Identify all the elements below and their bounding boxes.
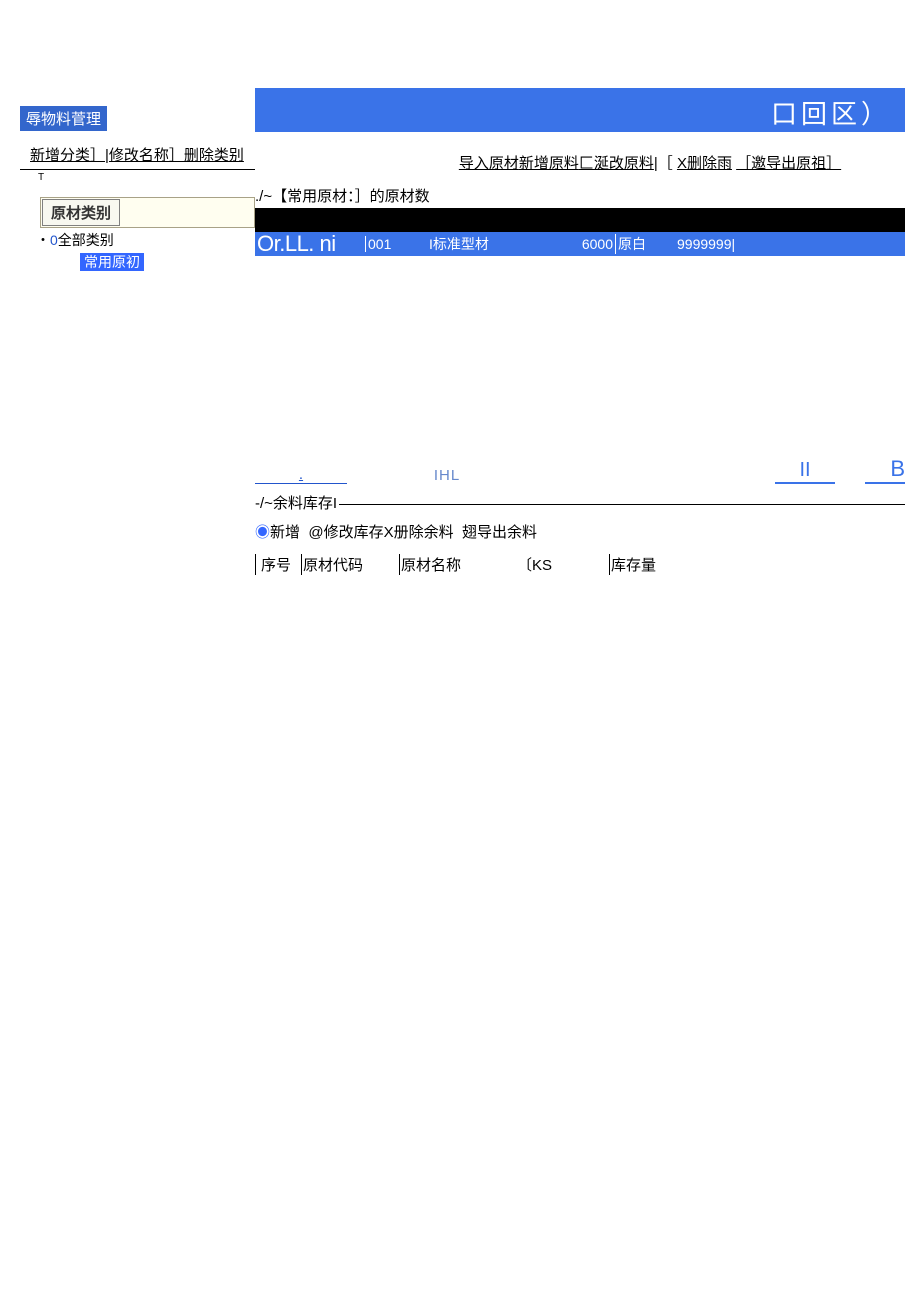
- cell-qty: 9999999|: [669, 236, 739, 252]
- cell-name: I标准型材: [429, 234, 569, 254]
- cell-color: 原白: [615, 234, 669, 254]
- add-bullet-icon: ◉: [255, 524, 270, 541]
- import-material-button[interactable]: 导入原材: [459, 155, 519, 172]
- stock-title-line: [339, 492, 905, 505]
- table-header-black: [255, 208, 905, 232]
- add-category-button[interactable]: 新增分类］|修改名称］删除类别: [30, 147, 244, 164]
- tree-index: 0: [50, 232, 58, 248]
- col-code: 原材代码: [303, 554, 399, 575]
- stock-columns: 序号 原材代码 原材名称 〔KS 库存量: [255, 548, 905, 575]
- sidebar-actions: 新增分类］|修改名称］删除类别: [20, 140, 255, 170]
- add-material-button[interactable]: 新增原料: [519, 155, 579, 172]
- tree-label: 全部类别: [58, 232, 114, 248]
- col-matname: 原材名称: [401, 554, 517, 575]
- stock-actions: ◉新增 @修改库存X册除余料 翅导出余料: [255, 513, 905, 548]
- cell-length: 6000: [569, 236, 615, 252]
- material-actions: 导入原材新增原料匚涎改原料|［ X删除雨 ［邀导出原祖］: [255, 140, 905, 177]
- mid-ihl: IHL: [347, 467, 547, 484]
- main-panel: 导入原材新增原料匚涎改原料|［ X删除雨 ［邀导出原祖］ ./~【常用原材：］的…: [255, 140, 905, 575]
- tree-sub-selected[interactable]: 常用原初: [80, 253, 144, 271]
- stock-title: -/~余料库存I: [255, 492, 337, 513]
- t-mark: T: [20, 170, 255, 183]
- category-header-wrap: 原材类别: [40, 197, 255, 228]
- tree-sub: 常用原初: [80, 252, 255, 272]
- col-qty: 库存量: [611, 554, 671, 575]
- col-index: 序号: [261, 554, 301, 575]
- edit-stock-button[interactable]: @修改库存: [308, 524, 383, 541]
- edit-material-button[interactable]: 匚涎改原料: [579, 155, 654, 172]
- sidebar: 新增分类］|修改名称］删除类别 T 原材类别 ・0全部类别 常用原初: [20, 140, 255, 272]
- export-material-button[interactable]: ［邀导出原祖］: [736, 155, 841, 172]
- cell-code: 001: [365, 236, 429, 252]
- title-tag: 辱物料菅理: [20, 106, 107, 131]
- mid-ii[interactable]: II: [775, 459, 835, 484]
- window-header: 口回区）: [255, 88, 905, 132]
- stock-title-row: -/~余料库存I: [255, 486, 905, 513]
- delete-stock-button[interactable]: X册除余料: [384, 524, 454, 541]
- cell-orll: Or.LL. ni: [255, 231, 365, 257]
- section-title-materials: ./~【常用原材：］的原材数: [255, 177, 905, 206]
- add-stock-button[interactable]: 新增: [270, 524, 300, 541]
- sep: |［: [654, 155, 673, 172]
- mid-dot[interactable]: .: [255, 466, 347, 484]
- tree-item-all[interactable]: ・0全部类别: [20, 228, 255, 250]
- col-ks: 〔KS: [517, 554, 609, 575]
- mid-footer-row: . IHL II B: [255, 456, 905, 486]
- window-controls[interactable]: 口回区）: [771, 94, 891, 131]
- category-header[interactable]: 原材类别: [42, 199, 120, 226]
- mid-b[interactable]: B: [865, 456, 905, 484]
- export-stock-button[interactable]: 翅导出余料: [462, 524, 537, 541]
- delete-material-button[interactable]: X删除雨: [677, 155, 732, 172]
- material-row[interactable]: Or.LL. ni 001 I标准型材 6000 原白 9999999|: [255, 232, 905, 256]
- bullet-icon: ・: [36, 232, 50, 248]
